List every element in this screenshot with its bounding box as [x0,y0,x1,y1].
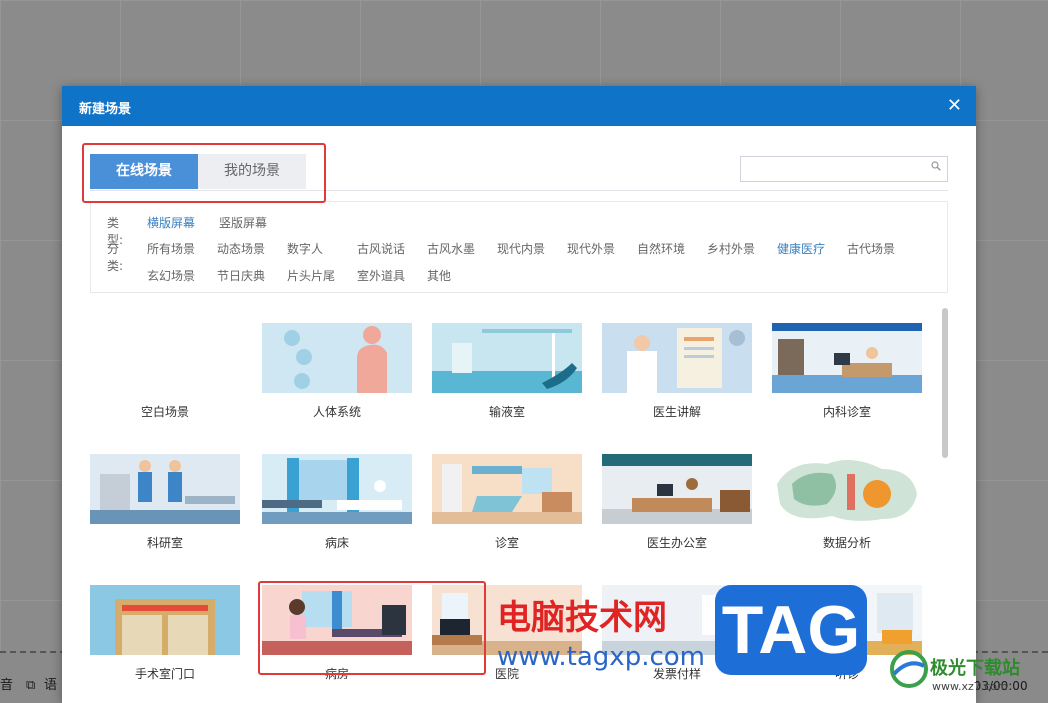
category-option[interactable]: 数字人 [287,240,323,257]
scene-card-research-lab[interactable]: 科研室 [90,454,240,551]
scene-label: 诊室 [494,536,519,550]
category-option[interactable]: 现代外景 [567,240,615,257]
scene-card-human-body[interactable]: 人体系统 [262,323,412,420]
doctor-office-scene-icon [602,454,752,524]
scene-card-operating-room-door[interactable]: 手术室门口 [90,585,240,682]
scene-card-internal-clinic[interactable]: 内科诊室 [772,323,922,420]
scene-label: 空白场景 [140,405,189,419]
category-option[interactable]: 其他 [427,267,451,284]
scene-card-doctor-office[interactable]: 医生办公室 [602,454,752,551]
watermark-cn-text: 电脑技术网 [497,598,667,638]
watermark-tag-badge: TAG [715,585,867,675]
filter-panel: 类型: 横版屏幕 竖版屏幕 分类: 所有场景 动态场景 数字人 古风说话 古风水… [90,201,948,293]
human-body-scene-icon [262,323,412,393]
type-option-landscape[interactable]: 横版屏幕 [147,214,195,231]
scene-label: 内科诊室 [822,405,871,419]
watermark-site-url: www.xz7.com [932,680,1008,693]
clinic-room-scene-icon [432,454,582,524]
data-analysis-scene-icon [772,454,922,524]
category-option[interactable]: 古代场景 [847,240,895,257]
scene-label: 人体系统 [312,405,361,419]
scene-card-hospital-bed[interactable]: 病床 [262,454,412,551]
scene-card-infusion-room[interactable]: 输液室 [432,323,582,420]
dialog-title: 新建场景 [79,102,132,117]
scene-label: 输液室 [488,405,525,419]
category-option[interactable]: 乡村外景 [707,240,755,257]
scene-label: 手术室门口 [134,667,195,681]
category-option[interactable]: 玄幻场景 [147,267,195,284]
close-icon[interactable]: ✕ [947,95,962,116]
timeline-icon: ⧉ [26,678,36,693]
scene-label: 数据分析 [822,536,871,550]
dialog-titlebar: 新建场景 ✕ [62,86,976,126]
category-filter-label: 分类: [107,242,124,273]
category-option[interactable]: 现代内景 [497,240,545,257]
search-field[interactable] [741,157,933,179]
operating-room-door-scene-icon [90,585,240,655]
search-input[interactable] [740,156,948,182]
annotation-red-box-ward [258,581,486,675]
research-lab-scene-icon [90,454,240,524]
scene-label: 病床 [324,536,349,550]
annotation-red-box-tabs [82,143,326,203]
doctor-explain-scene-icon [602,323,752,393]
category-option[interactable]: 节日庆典 [217,267,265,284]
watermark-site-name: 极光下载站 [930,658,1020,679]
scene-label: 医生办公室 [646,536,707,550]
scene-card-data-analysis[interactable]: 数据分析 [772,454,922,551]
scene-label: 科研室 [146,536,183,550]
timeline-label-2: 语 [44,678,58,693]
blank-scene-icon [90,323,240,393]
scene-card-blank[interactable]: 空白场景 [90,323,240,420]
timeline-label-1: 音 [0,678,14,693]
internal-clinic-scene-icon [772,323,922,393]
scene-label: 医生讲解 [652,405,701,419]
watermark-url: www.tagxp.com [497,642,705,672]
category-option[interactable]: 古风水墨 [427,240,475,257]
hospital-bed-scene-icon [262,454,412,524]
scene-grid-scrollbar[interactable] [942,308,948,458]
category-option-active[interactable]: 健康医疗 [777,240,825,257]
category-option[interactable]: 古风说话 [357,240,405,257]
category-option[interactable]: 室外道具 [357,267,405,284]
type-option-portrait[interactable]: 竖版屏幕 [219,214,267,231]
category-option[interactable]: 动态场景 [217,240,265,257]
category-option[interactable]: 片头片尾 [287,267,335,284]
infusion-room-scene-icon [432,323,582,393]
search-icon[interactable] [931,161,941,171]
scene-card-doctor-explain[interactable]: 医生讲解 [602,323,752,420]
watermark-site-logo: 极光下载站 www.xz7.com [888,648,1020,694]
scene-card-clinic-room[interactable]: 诊室 [432,454,582,551]
category-option[interactable]: 自然环境 [637,240,685,257]
aurora-logo-icon [890,650,928,688]
category-option[interactable]: 所有场景 [147,240,195,257]
